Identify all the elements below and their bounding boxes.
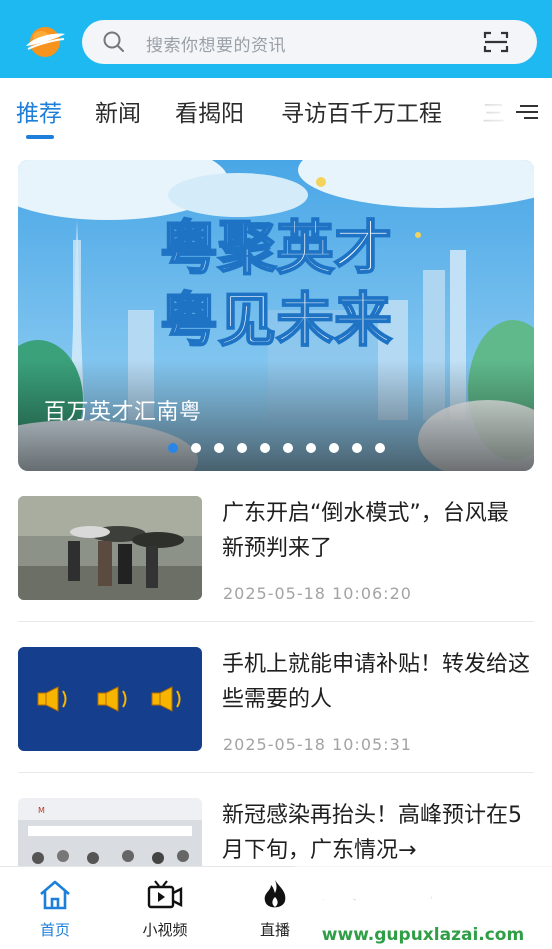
- carousel-dot[interactable]: [237, 443, 247, 453]
- svg-text:www.gupuxlazai.com: www.gupuxlazai.com: [322, 925, 524, 945]
- carousel-dot[interactable]: [283, 443, 293, 453]
- video-icon: [147, 880, 183, 909]
- divider: [18, 621, 534, 622]
- svg-text:M: M: [38, 806, 45, 815]
- channel-tabs: 推荐 新闻 看揭阳 寻访百千万工程 三: [0, 78, 552, 142]
- nav-home-label: 首页: [39, 921, 70, 939]
- tab-news[interactable]: 新闻: [95, 94, 141, 128]
- news-time: 2025-05-18 10:05:31: [223, 735, 412, 754]
- tab-fade: [470, 78, 520, 142]
- search-bar[interactable]: 搜索你想要的资讯: [82, 20, 537, 64]
- flame-icon: [264, 880, 286, 908]
- top-header: 搜索你想要的资讯: [0, 0, 552, 78]
- carousel-dot[interactable]: [375, 443, 385, 453]
- tab-jieyang[interactable]: 看揭阳: [175, 94, 244, 128]
- news-item[interactable]: 广东开启“倒水模式”，台风最新预判来了 2025-05-18 10:06:20: [18, 496, 534, 603]
- news-thumbnail: [18, 647, 202, 751]
- carousel-dot[interactable]: [214, 443, 224, 453]
- carousel-dot[interactable]: [306, 443, 316, 453]
- svg-text:谷普软件园: 谷普软件园: [318, 873, 528, 922]
- carousel-dots: [168, 443, 385, 453]
- watermark-logo: 谷普软件园 www.gupuxlazai.com: [295, 860, 552, 949]
- home-icon: [40, 880, 70, 910]
- active-tab-indicator: [26, 135, 54, 139]
- carousel-dot[interactable]: [352, 443, 362, 453]
- carousel-dot[interactable]: [168, 443, 178, 453]
- app-logo-icon[interactable]: [24, 22, 66, 60]
- tab-recommend[interactable]: 推荐: [16, 94, 62, 128]
- carousel-dot[interactable]: [329, 443, 339, 453]
- banner-carousel[interactable]: 粤聚英才 粤见未来 百万英才汇南粤: [18, 160, 534, 471]
- search-icon: [103, 31, 124, 52]
- carousel-dot[interactable]: [260, 443, 270, 453]
- news-thumbnail: [18, 496, 202, 600]
- divider: [18, 772, 534, 773]
- search-placeholder: 搜索你想要的资讯: [146, 36, 286, 56]
- news-item[interactable]: 手机上就能申请补贴！转发给这些需要的人 2025-05-18 10:05:31: [18, 647, 534, 754]
- news-time: 2025-05-18 10:06:20: [223, 584, 412, 603]
- nav-home[interactable]: 首页: [0, 867, 110, 949]
- channel-menu-icon[interactable]: [514, 100, 540, 122]
- carousel-dot[interactable]: [191, 443, 201, 453]
- news-title[interactable]: 广东开启“倒水模式”，台风最新预判来了: [222, 496, 530, 566]
- news-title[interactable]: 新冠感染再抬头！高峰预计在5月下旬，广东情况→: [222, 798, 530, 868]
- banner-headline-2: 粤见未来: [160, 286, 392, 354]
- banner-caption: 百万英才汇南粤: [44, 400, 202, 425]
- banner-headline-1: 粤聚英才: [160, 214, 392, 282]
- nav-short-video[interactable]: 小视频: [110, 867, 220, 949]
- scan-icon[interactable]: [483, 30, 509, 54]
- tab-visit-project[interactable]: 寻访百千万工程: [281, 94, 442, 128]
- nav-short-video-label: 小视频: [142, 921, 188, 939]
- news-item[interactable]: M 新冠感染再抬头！高峰预计在5月下旬，广东情况→: [18, 798, 534, 902]
- news-title[interactable]: 手机上就能申请补贴！转发给这些需要的人: [222, 647, 530, 717]
